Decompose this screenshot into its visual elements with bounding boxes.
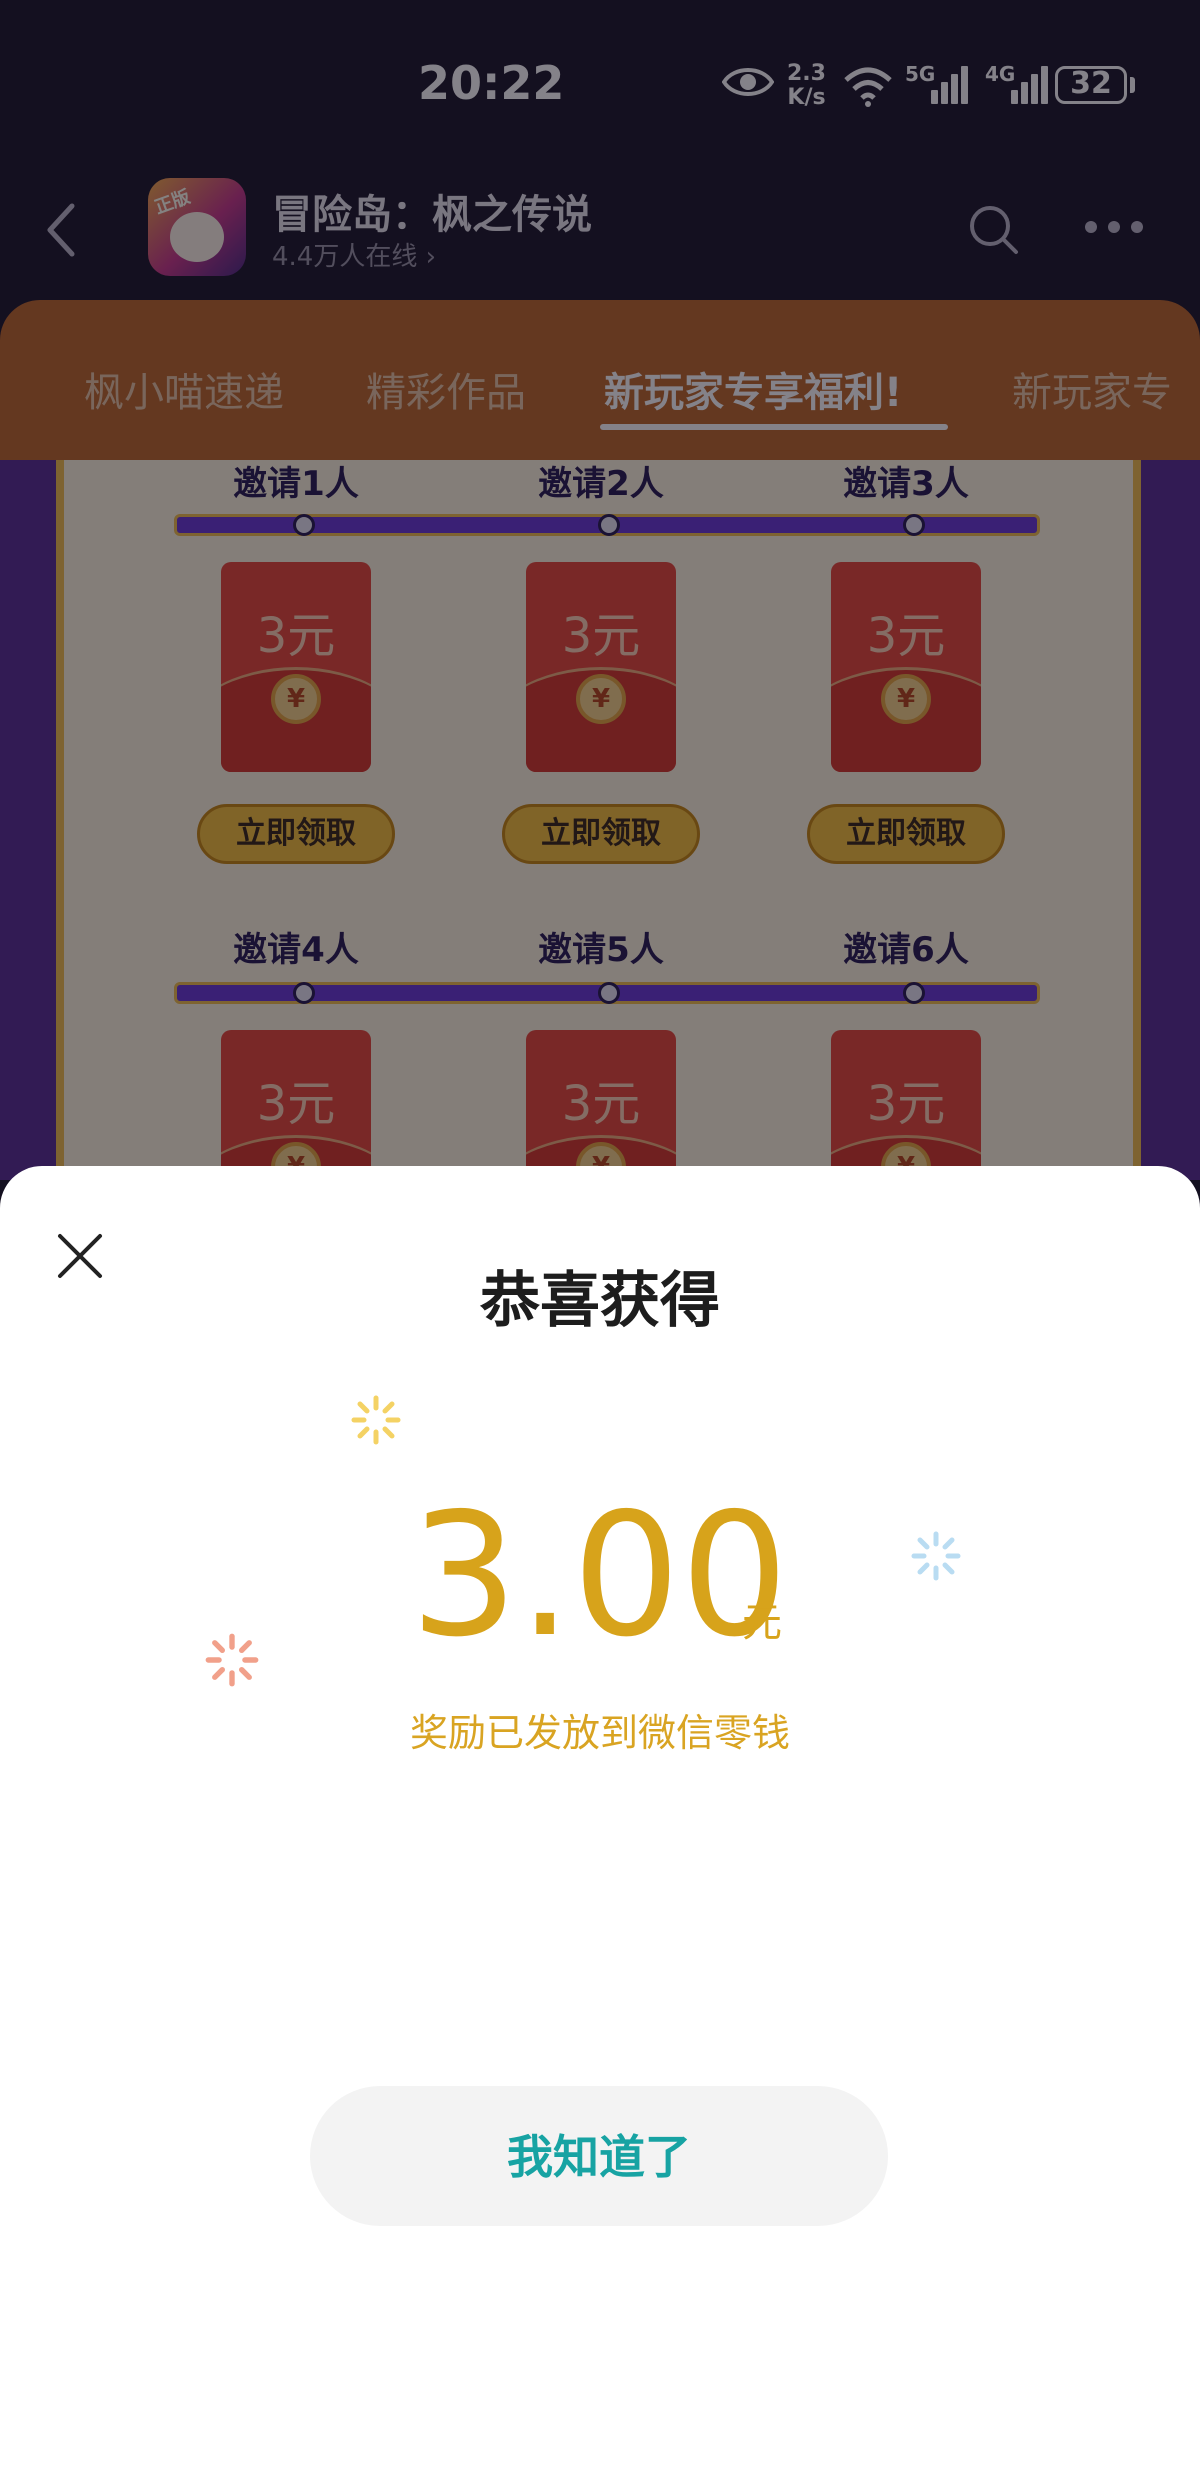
modal-backdrop[interactable] bbox=[0, 0, 1200, 1200]
sparkle-icon bbox=[205, 1633, 259, 1687]
reward-message: 奖励已发放到微信零钱 bbox=[409, 1711, 790, 1755]
popup-title: 恭喜获得 bbox=[480, 1266, 720, 1336]
sparkle-icon bbox=[351, 1395, 401, 1445]
reward-popup: 恭喜获得 3.00 元 奖励已发放到微信零钱 我知道了 bbox=[0, 1166, 1200, 2486]
sparkle-icon bbox=[911, 1531, 961, 1581]
reward-unit: 元 bbox=[742, 1600, 782, 1646]
acknowledge-button-label: 我知道了 bbox=[507, 2130, 691, 2184]
acknowledge-button[interactable]: 我知道了 bbox=[310, 2086, 888, 2226]
reward-amount: 3.00 bbox=[410, 1477, 789, 1675]
